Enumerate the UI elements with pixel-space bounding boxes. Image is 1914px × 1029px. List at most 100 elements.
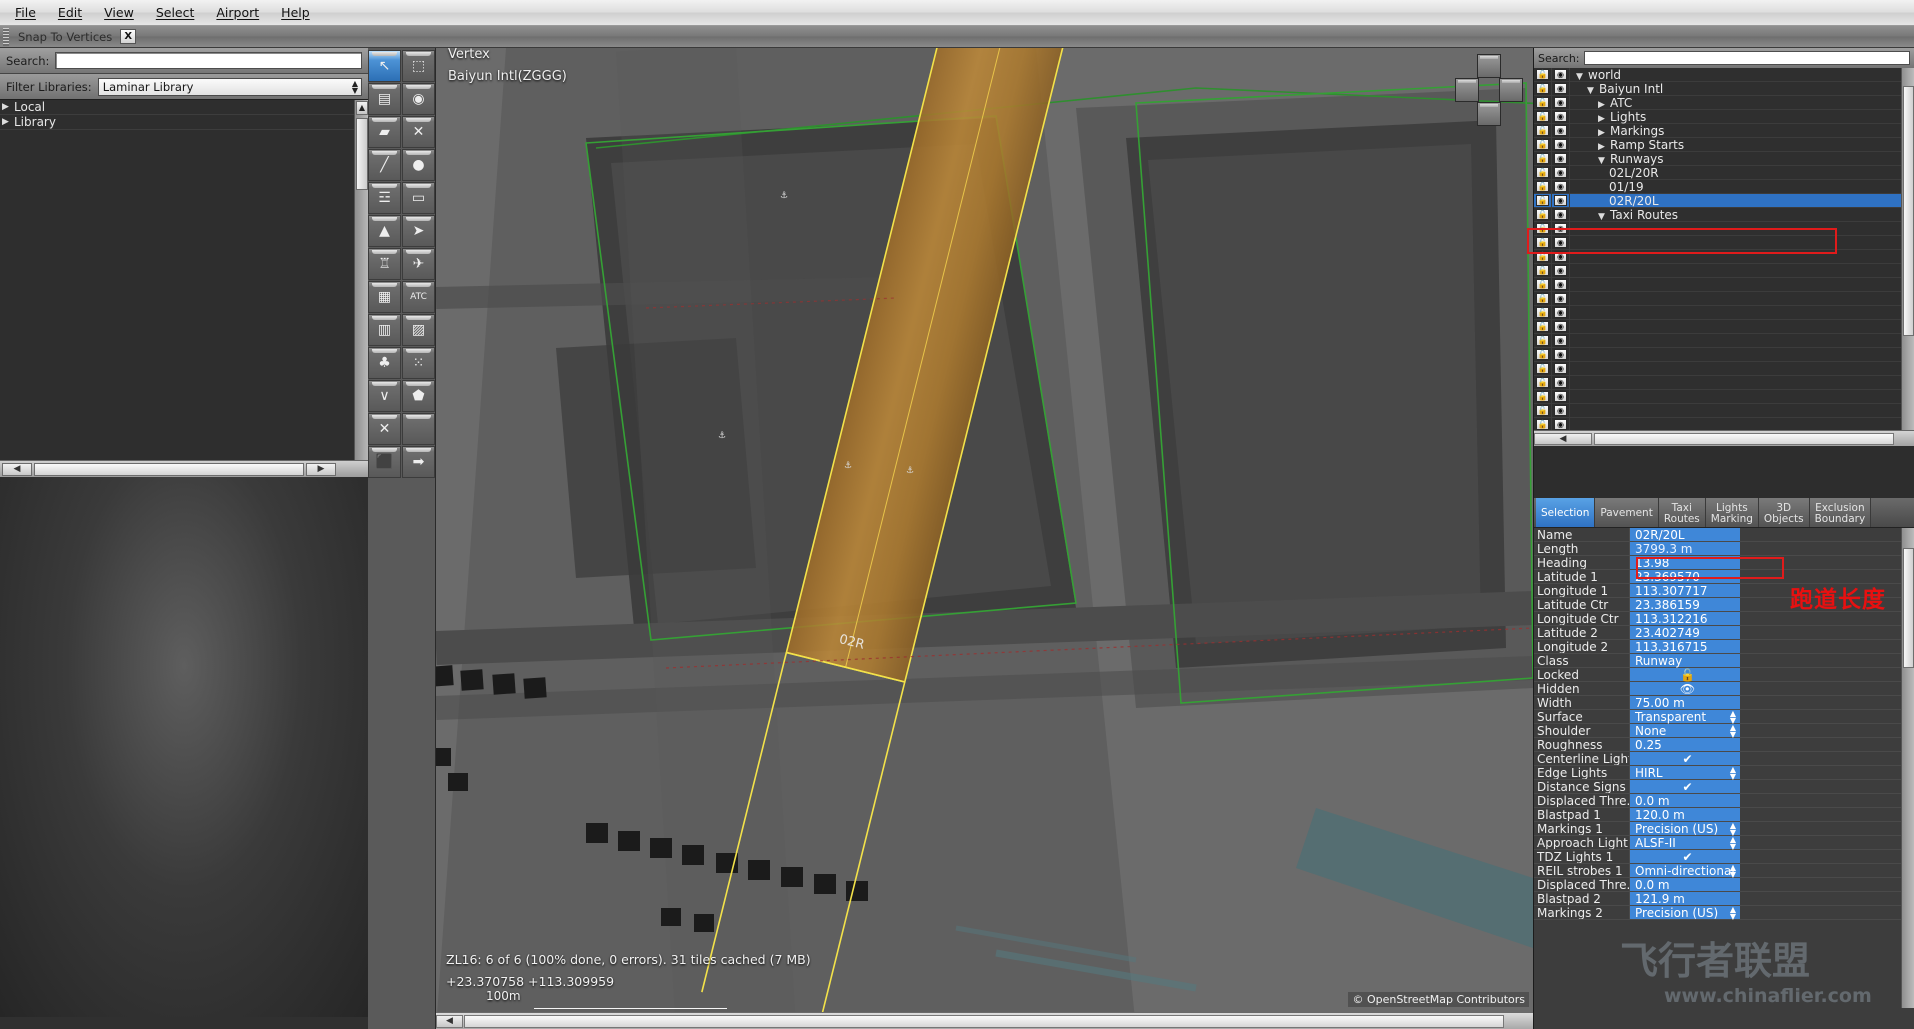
beacon-tool[interactable]: ◉ xyxy=(402,83,435,115)
chevron-updown-icon[interactable]: ▲▼ xyxy=(1730,864,1736,878)
map-nav-pad[interactable] xyxy=(1455,54,1523,126)
lock-toggle[interactable]: 🔓 xyxy=(1534,96,1552,109)
property-value-shoulder[interactable]: None▲▼ xyxy=(1630,724,1740,737)
map-view[interactable]: 02R ⚓ ⚓ ⚓ ⚓ Vertex Baiyun Intl(ZGGG) ZL1… xyxy=(436,48,1533,1029)
lock-toggle[interactable]: 🔓 xyxy=(1534,334,1552,347)
visibility-toggle[interactable]: ◉ xyxy=(1552,124,1570,137)
scrollbar-thumb[interactable] xyxy=(1594,433,1894,445)
menu-item-airport[interactable]: Airport xyxy=(205,2,270,23)
map-horizontal-scrollbar[interactable]: ◀ xyxy=(436,1012,1533,1029)
menu-item-view[interactable]: View xyxy=(93,2,145,23)
property-value-displaced-thre-[interactable]: 0.0 m xyxy=(1630,878,1740,891)
property-value-surface[interactable]: Transparent▲▼ xyxy=(1630,710,1740,723)
hierarchy-item-empty[interactable]: 🔓◉ xyxy=(1534,222,1914,236)
hierarchy-item-atc[interactable]: 🔓◉▶ATC xyxy=(1534,96,1914,110)
scroll-left-icon[interactable]: ◀ xyxy=(2,463,32,476)
hierarchy-item-empty[interactable]: 🔓◉ xyxy=(1534,404,1914,418)
hierarchy-item-empty[interactable]: 🔓◉ xyxy=(1534,264,1914,278)
chevron-updown-icon[interactable]: ▲▼ xyxy=(1730,710,1736,724)
lock-toggle[interactable]: 🔓 xyxy=(1534,292,1552,305)
lock-toggle[interactable]: 🔓 xyxy=(1534,68,1552,81)
hierarchy-item-lights[interactable]: 🔓◉▶Lights xyxy=(1534,110,1914,124)
lock-toggle[interactable]: 🔓 xyxy=(1534,264,1552,277)
visibility-toggle[interactable]: ◉ xyxy=(1552,264,1570,277)
visibility-toggle[interactable]: ◉ xyxy=(1552,68,1570,81)
hierarchy-item-empty[interactable]: 🔓◉ xyxy=(1534,306,1914,320)
property-value-displaced-thre-[interactable]: 0.0 m xyxy=(1630,794,1740,807)
taxiline-tool[interactable]: ╱ xyxy=(368,149,401,181)
toolbar-drag-handle[interactable] xyxy=(3,28,9,46)
property-value-name[interactable]: 02R/20L xyxy=(1630,528,1740,541)
visibility-toggle[interactable]: ◉ xyxy=(1552,376,1570,389)
tab-pavement[interactable]: Pavement xyxy=(1595,498,1658,527)
hierarchy-item-empty[interactable]: 🔓◉ xyxy=(1534,418,1914,430)
hierarchy-item-empty[interactable]: 🔓◉ xyxy=(1534,390,1914,404)
lock-toggle[interactable]: 🔓 xyxy=(1534,124,1552,137)
lock-toggle[interactable]: 🔓 xyxy=(1534,418,1552,430)
properties-vertical-scrollbar[interactable] xyxy=(1901,528,1914,1008)
lock-toggle[interactable]: 🔓 xyxy=(1534,208,1552,221)
visibility-toggle[interactable]: ◉ xyxy=(1552,250,1570,263)
lock-toggle[interactable]: 🔓 xyxy=(1534,348,1552,361)
tree-tool[interactable]: ♣ xyxy=(368,347,401,379)
lock-toggle[interactable]: 🔓 xyxy=(1534,376,1552,389)
hierarchy-item-empty[interactable]: 🔓◉ xyxy=(1534,236,1914,250)
chevron-right-icon[interactable]: ▶ xyxy=(1598,114,1610,124)
hierarchy-item-empty[interactable]: 🔓◉ xyxy=(1534,320,1914,334)
visibility-toggle[interactable]: ◉ xyxy=(1552,180,1570,193)
hierarchy-item-empty[interactable]: 🔓◉ xyxy=(1534,362,1914,376)
visibility-toggle[interactable]: ◉ xyxy=(1552,166,1570,179)
visibility-toggle[interactable]: ◉ xyxy=(1552,278,1570,291)
hierarchy-list[interactable]: 🔓◉▼world🔓◉▼Baiyun Intl🔓◉▶ATC🔓◉▶Lights🔓◉▶… xyxy=(1534,68,1914,430)
visibility-toggle[interactable]: ◉ xyxy=(1552,348,1570,361)
lock-toggle[interactable]: 🔓 xyxy=(1534,138,1552,151)
property-value-longitude-1[interactable]: 113.307717 xyxy=(1630,584,1740,597)
library-tree-vertical-scrollbar[interactable]: ▲ xyxy=(354,100,368,460)
scroll-left-icon[interactable]: ◀ xyxy=(1534,433,1592,445)
helipad-tool[interactable]: ● xyxy=(402,149,435,181)
building-tall-tool[interactable]: ▥ xyxy=(368,314,401,346)
library-tree-item-local[interactable]: ▶ Local xyxy=(0,100,368,115)
visibility-toggle[interactable]: ◉ xyxy=(1552,82,1570,95)
lock-toggle[interactable]: 🔓 xyxy=(1534,194,1552,207)
library-search-input[interactable] xyxy=(55,52,362,69)
lock-toggle[interactable]: 🔓 xyxy=(1534,390,1552,403)
cross-lines-tool[interactable]: ✕ xyxy=(402,116,435,148)
property-value-heading[interactable]: 13.98 xyxy=(1630,556,1740,569)
lock-toggle[interactable]: 🔓 xyxy=(1534,278,1552,291)
terrain-tool[interactable]: ▰ xyxy=(368,116,401,148)
menu-item-edit[interactable]: Edit xyxy=(47,2,93,23)
scrollbar-thumb[interactable] xyxy=(34,463,304,476)
tab-selection[interactable]: Selection xyxy=(1536,498,1595,527)
chevron-updown-icon[interactable]: ▲▼ xyxy=(1730,906,1736,920)
hierarchy-item-baiyun-intl[interactable]: 🔓◉▼Baiyun Intl xyxy=(1534,82,1914,96)
chevron-updown-icon[interactable]: ▲▼ xyxy=(1730,766,1736,780)
exclusion-tool[interactable]: ✕ xyxy=(368,413,401,445)
library-tree-item-library[interactable]: ▶ Library xyxy=(0,115,368,130)
lock-toggle[interactable]: 🔓 xyxy=(1534,180,1552,193)
tab-3d[interactable]: 3DObjects xyxy=(1759,498,1810,527)
lock-toggle[interactable]: 🔓 xyxy=(1534,362,1552,375)
lock-toggle[interactable]: 🔓 xyxy=(1534,222,1552,235)
hierarchy-item-empty[interactable]: 🔓◉ xyxy=(1534,376,1914,390)
truck-route-tool[interactable]: ➡ xyxy=(402,446,435,478)
arrow-select-tool[interactable]: ↖ xyxy=(368,50,401,82)
chevron-down-icon[interactable]: ▼ xyxy=(1576,72,1588,82)
polygon-tool[interactable]: ⬟ xyxy=(402,380,435,412)
visibility-toggle[interactable]: ◉ xyxy=(1552,110,1570,123)
property-value-latitude-2[interactable]: 23.402749 xyxy=(1630,626,1740,639)
property-value-blastpad-2[interactable]: 121.9 m xyxy=(1630,892,1740,905)
property-value-markings-2[interactable]: Precision (US)▲▼ xyxy=(1630,906,1740,919)
visibility-toggle[interactable]: ◉ xyxy=(1552,236,1570,249)
marquee-select-tool[interactable]: ⬚ xyxy=(402,50,435,82)
building-tool[interactable]: ▨ xyxy=(402,314,435,346)
hierarchy-item-markings[interactable]: 🔓◉▶Markings xyxy=(1534,124,1914,138)
nav-right-button[interactable] xyxy=(1499,78,1523,102)
property-value-longitude-ctr[interactable]: 113.312216 xyxy=(1630,612,1740,625)
visibility-toggle[interactable]: ◉ xyxy=(1552,222,1570,235)
property-value-centerline-lights[interactable]: ✔ xyxy=(1630,752,1740,765)
hierarchy-item-runways[interactable]: 🔓◉▼Runways xyxy=(1534,152,1914,166)
lock-toggle[interactable]: 🔓 xyxy=(1534,320,1552,333)
visibility-toggle[interactable]: ◉ xyxy=(1552,320,1570,333)
property-value-longitude-2[interactable]: 113.316715 xyxy=(1630,640,1740,653)
